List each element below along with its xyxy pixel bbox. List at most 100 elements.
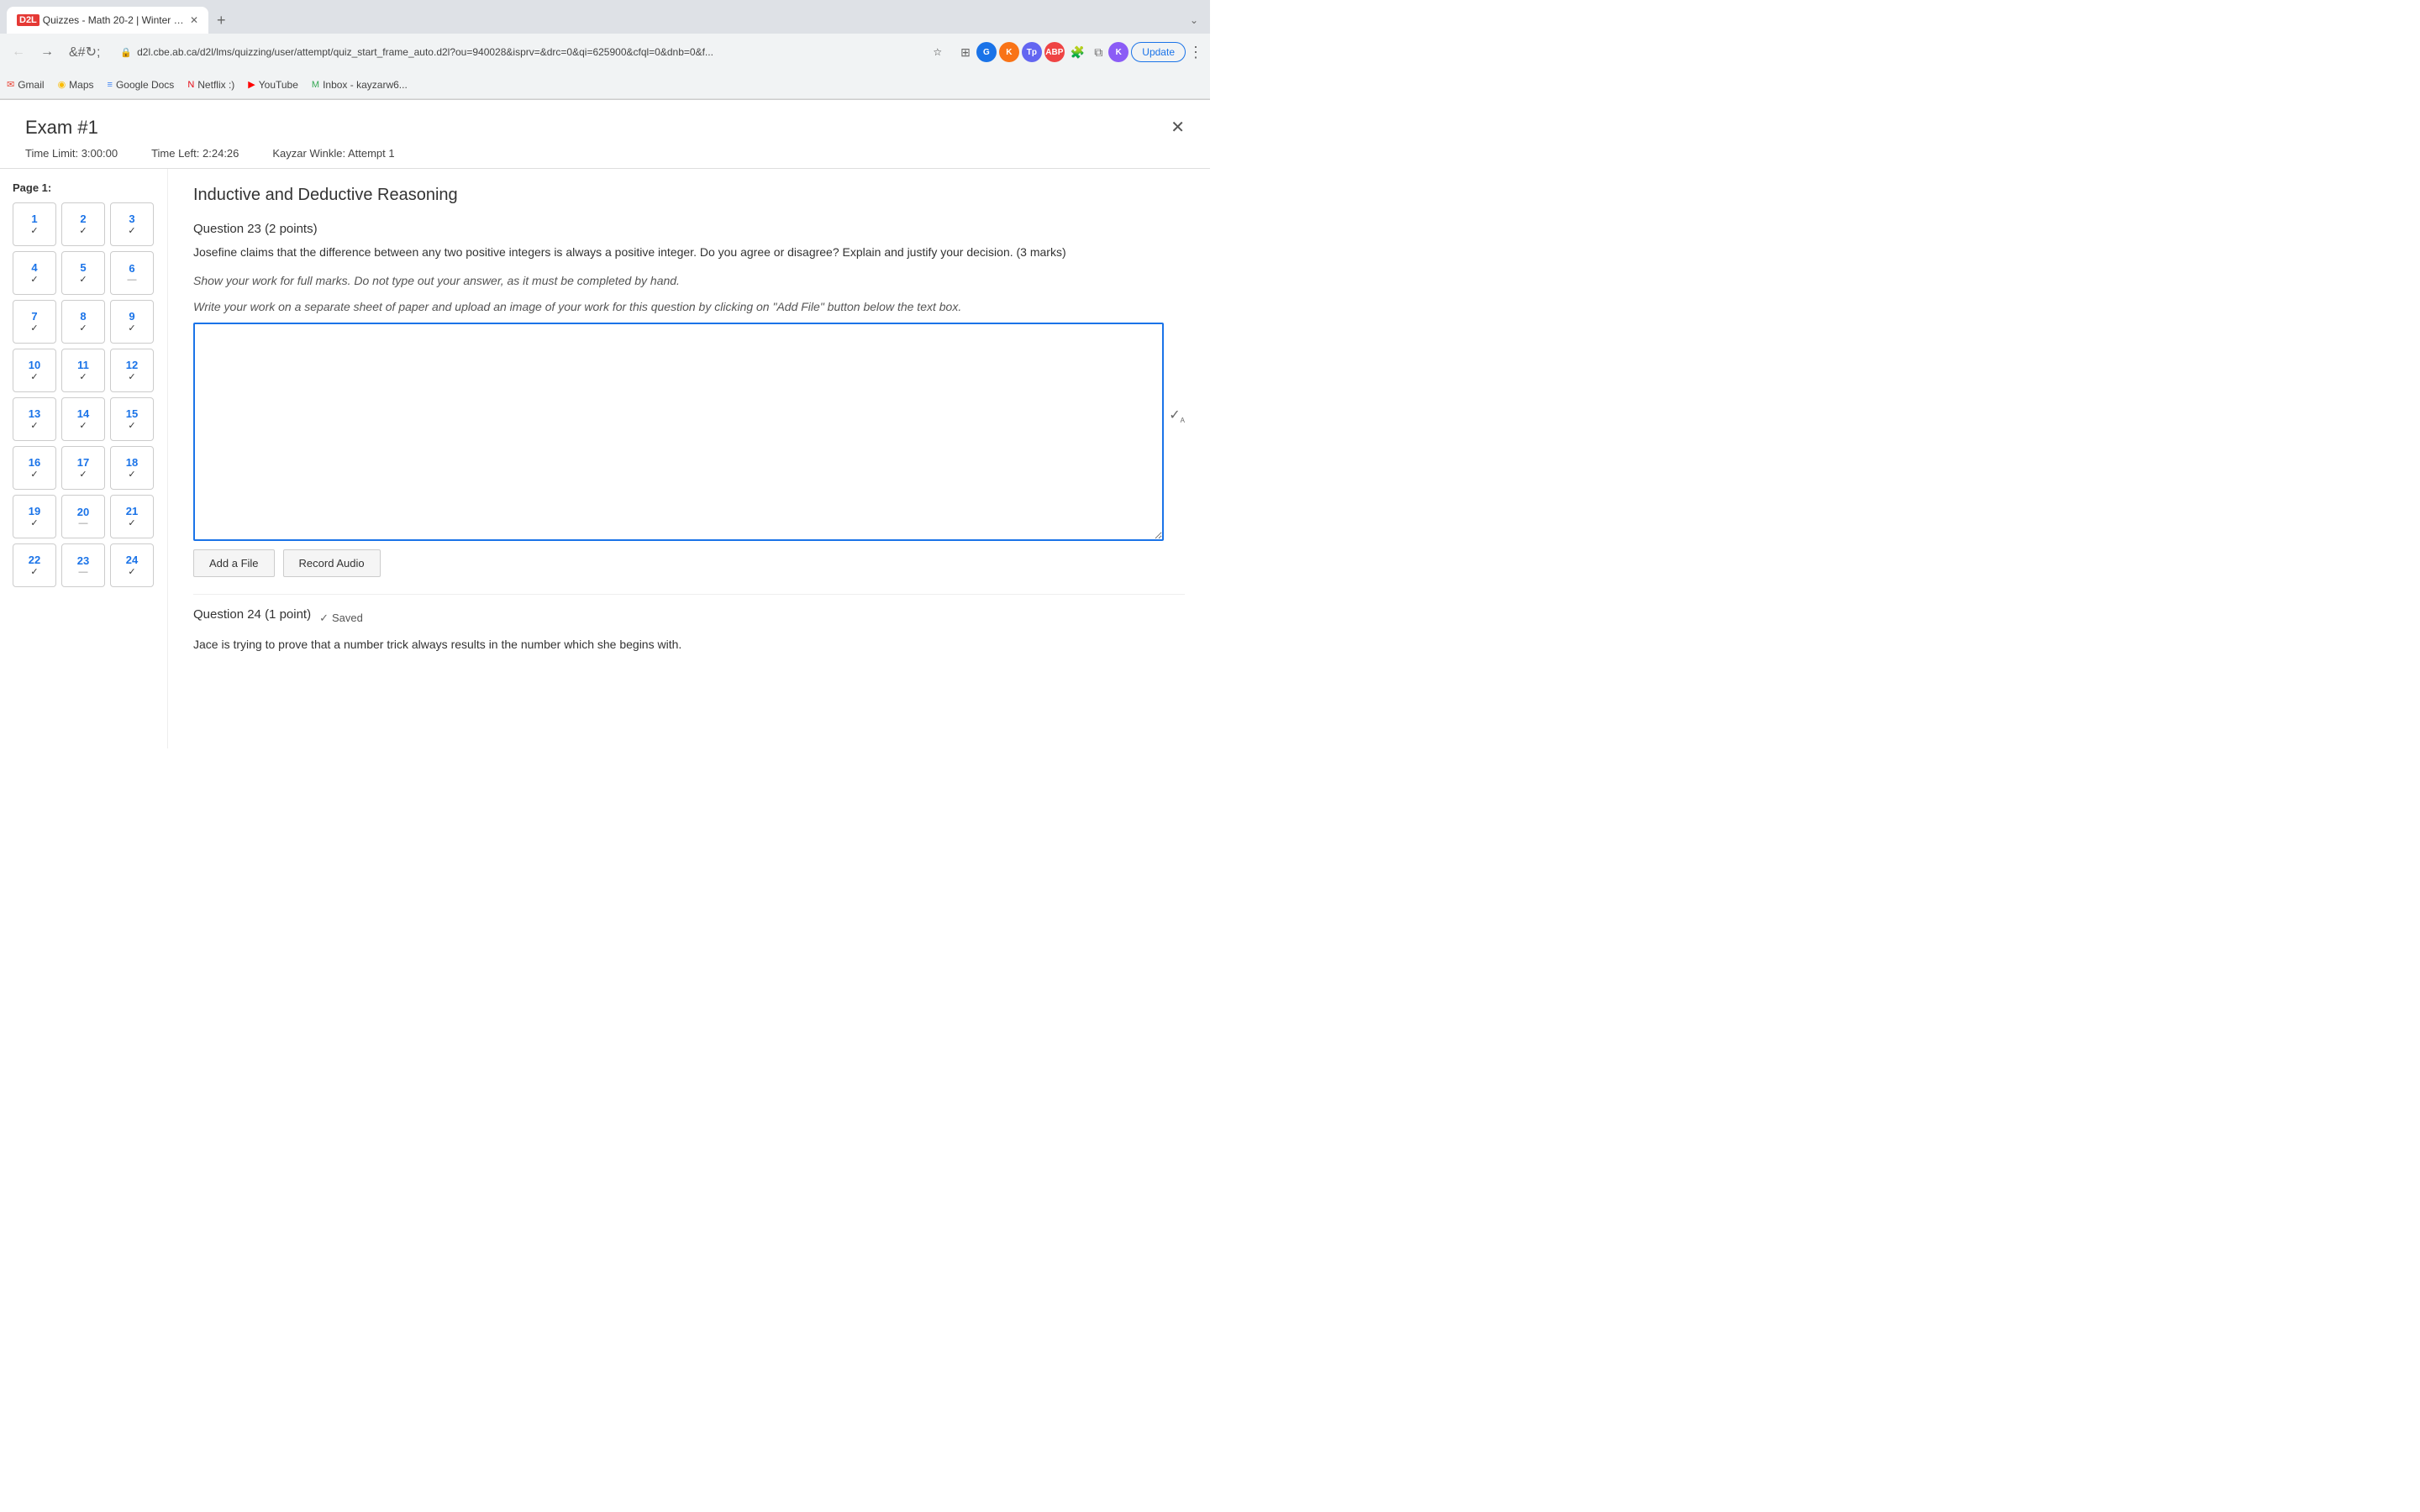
question-btn-22[interactable]: 22 ✓	[13, 543, 56, 587]
ext-abp[interactable]: ABP	[1044, 42, 1065, 62]
question-24-header: Question 24 (1 point) ✓ Saved	[193, 607, 1185, 628]
gmail-label: Gmail	[18, 79, 44, 91]
bookmark-star-icon[interactable]: ☆	[933, 46, 942, 58]
exam-title: Exam #1	[25, 117, 1185, 139]
question-23-label: Question 23 (2 points)	[193, 222, 1185, 236]
question-btn-7[interactable]: 7 ✓	[13, 300, 56, 344]
question-row-1: 1 ✓ 2 ✓ 3 ✓	[13, 202, 155, 246]
question-btn-12[interactable]: 12 ✓	[110, 349, 154, 392]
ext-tp[interactable]: Tp	[1022, 42, 1042, 62]
lock-icon: 🔒	[120, 47, 132, 58]
question-btn-16[interactable]: 16 ✓	[13, 446, 56, 490]
bookmark-gmail[interactable]: ✉ Gmail	[7, 79, 45, 91]
question-btn-5[interactable]: 5 ✓	[61, 251, 105, 295]
gmail-favicon: ✉	[7, 79, 14, 90]
split-screen-icon[interactable]: ⧉	[1091, 42, 1106, 63]
question-btn-14[interactable]: 14 ✓	[61, 397, 105, 441]
update-button[interactable]: Update	[1131, 42, 1186, 62]
question-btn-4[interactable]: 4 ✓	[13, 251, 56, 295]
attempt-info: Kayzar Winkle: Attempt 1	[272, 147, 394, 160]
question-btn-20[interactable]: 20 —	[61, 495, 105, 538]
question-23-block: Question 23 (2 points) Josefine claims t…	[193, 222, 1185, 577]
add-file-button[interactable]: Add a File	[193, 549, 275, 577]
inbox-favicon: M	[312, 80, 319, 90]
bookmark-netflix[interactable]: N Netflix :)	[187, 79, 234, 91]
address-bar[interactable]: 🔒 d2l.cbe.ab.ca/d2l/lms/quizzing/user/at…	[110, 39, 952, 66]
question-btn-1[interactable]: 1 ✓	[13, 202, 56, 246]
active-tab[interactable]: D2L Quizzes - Math 20-2 | Winter 2... ✕	[7, 7, 208, 34]
user-avatar[interactable]: K	[1108, 42, 1128, 62]
page-label: Page 1:	[13, 181, 155, 194]
bookmark-docs[interactable]: ≡ Google Docs	[108, 79, 175, 91]
answer-textarea-23[interactable]	[193, 323, 1164, 541]
reload-button[interactable]: &#↻;	[64, 40, 105, 64]
question-23-text: Josefine claims that the difference betw…	[193, 243, 1185, 261]
ext-k[interactable]: K	[999, 42, 1019, 62]
docs-favicon: ≡	[108, 80, 113, 90]
question-btn-18[interactable]: 18 ✓	[110, 446, 154, 490]
question-row-2: 4 ✓ 5 ✓ 6 —	[13, 251, 155, 295]
docs-label: Google Docs	[116, 79, 174, 91]
question-sidebar: Page 1: 1 ✓ 2 ✓ 3 ✓	[0, 169, 168, 748]
question-23-instruction1: Show your work for full marks. Do not ty…	[193, 271, 1185, 290]
exam-header: Exam #1 Time Limit: 3:00:00 Time Left: 2…	[0, 100, 1210, 169]
question-btn-24[interactable]: 24 ✓	[110, 543, 154, 587]
question-btn-3[interactable]: 3 ✓	[110, 202, 154, 246]
content-area: Inductive and Deductive Reasoning Questi…	[168, 169, 1210, 748]
toolbar: ← → &#↻; 🔒 d2l.cbe.ab.ca/d2l/lms/quizzin…	[0, 34, 1210, 71]
answer-area: ✓A	[193, 323, 1185, 541]
action-buttons-23: Add a File Record Audio	[193, 549, 1185, 577]
question-btn-2[interactable]: 2 ✓	[61, 202, 105, 246]
forward-button[interactable]: →	[35, 41, 59, 63]
question-row-5: 13 ✓ 14 ✓ 15 ✓	[13, 397, 155, 441]
extension-icons: ⊞ G K Tp ABP 🧩 ⧉ K Update ⋮	[957, 42, 1203, 63]
record-audio-button[interactable]: Record Audio	[283, 549, 381, 577]
chrome-menu-button[interactable]: ⋮	[1188, 44, 1203, 61]
time-limit: Time Limit: 3:00:00	[25, 147, 118, 160]
question-btn-23[interactable]: 23 —	[61, 543, 105, 587]
youtube-label: YouTube	[259, 79, 298, 91]
url-text: d2l.cbe.ab.ca/d2l/lms/quizzing/user/atte…	[137, 46, 928, 58]
question-btn-10[interactable]: 10 ✓	[13, 349, 56, 392]
question-btn-11[interactable]: 11 ✓	[61, 349, 105, 392]
question-btn-9[interactable]: 9 ✓	[110, 300, 154, 344]
question-23-instruction2: Write your work on a separate sheet of p…	[193, 297, 1185, 316]
youtube-favicon: ▶	[248, 79, 255, 90]
bookmarks-bar: ✉ Gmail ◉ Maps ≡ Google Docs N Netflix :…	[0, 71, 1210, 99]
question-row-7: 19 ✓ 20 — 21 ✓	[13, 495, 155, 538]
back-button[interactable]: ←	[7, 41, 30, 63]
spell-check-button[interactable]: ✓A	[1169, 407, 1185, 424]
tab-title: Quizzes - Math 20-2 | Winter 2...	[43, 14, 185, 26]
question-btn-8[interactable]: 8 ✓	[61, 300, 105, 344]
question-btn-17[interactable]: 17 ✓	[61, 446, 105, 490]
extensions-button[interactable]: ⊞	[957, 42, 974, 63]
exam-meta: Time Limit: 3:00:00 Time Left: 2:24:26 K…	[25, 147, 1185, 160]
tab-favicon: D2L	[17, 14, 39, 26]
question-btn-6[interactable]: 6 —	[110, 251, 154, 295]
saved-badge: ✓ Saved	[319, 612, 363, 625]
bookmark-youtube[interactable]: ▶ YouTube	[248, 79, 298, 91]
question-btn-21[interactable]: 21 ✓	[110, 495, 154, 538]
question-btn-13[interactable]: 13 ✓	[13, 397, 56, 441]
question-btn-15[interactable]: 15 ✓	[110, 397, 154, 441]
section-title: Inductive and Deductive Reasoning	[193, 186, 1185, 205]
inbox-label: Inbox - kayzarw6...	[323, 79, 408, 91]
tab-bar: D2L Quizzes - Math 20-2 | Winter 2... ✕ …	[0, 0, 1210, 34]
question-btn-19[interactable]: 19 ✓	[13, 495, 56, 538]
maps-label: Maps	[69, 79, 93, 91]
ext-google[interactable]: G	[976, 42, 997, 62]
new-tab-button[interactable]: +	[212, 10, 231, 31]
close-tab-button[interactable]: ✕	[190, 14, 198, 26]
saved-check-icon: ✓	[319, 612, 329, 625]
time-left: Time Left: 2:24:26	[151, 147, 239, 160]
question-row-3: 7 ✓ 8 ✓ 9 ✓	[13, 300, 155, 344]
puzzle-icon[interactable]: 🧩	[1067, 42, 1088, 63]
question-grid: 1 ✓ 2 ✓ 3 ✓ 4 ✓	[13, 202, 155, 587]
tab-search-button[interactable]: ⌄	[1185, 11, 1203, 29]
question-24-label: Question 24 (1 point)	[193, 607, 311, 622]
main-layout: Page 1: 1 ✓ 2 ✓ 3 ✓	[0, 169, 1210, 748]
bookmark-maps[interactable]: ◉ Maps	[58, 79, 94, 91]
close-exam-button[interactable]: ✕	[1171, 117, 1185, 138]
page-content: Exam #1 Time Limit: 3:00:00 Time Left: 2…	[0, 100, 1210, 757]
bookmark-inbox[interactable]: M Inbox - kayzarw6...	[312, 79, 408, 91]
